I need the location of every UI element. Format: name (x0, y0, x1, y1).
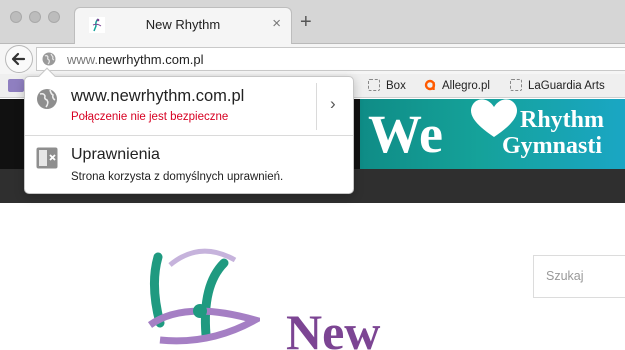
chevron-right-icon: › (330, 94, 336, 113)
tab-close-icon[interactable]: × (272, 15, 281, 32)
popup-domain: www.newrhythm.com.pl (71, 87, 245, 105)
banner-gymnastics-text: Gymnasti (502, 133, 603, 159)
search-input[interactable]: Szukaj (533, 255, 625, 298)
zoom-window-button[interactable] (48, 11, 60, 23)
bookmark-allegro[interactable]: Allegro.pl (424, 79, 490, 92)
connection-section[interactable]: www.newrhythm.com.pl Połączenie nie jest… (25, 77, 353, 135)
url-bar[interactable]: www.newrhythm.com.pl (36, 47, 625, 71)
search-placeholder: Szukaj (546, 269, 584, 283)
url-text[interactable]: www.newrhythm.com.pl (67, 52, 204, 67)
bookmark-icon (368, 79, 380, 91)
banner-rhythm-text: Rhythm (520, 107, 605, 133)
bookmark-label: LaGuardia Arts (528, 80, 605, 92)
banner-we-text: We (368, 104, 443, 164)
allegro-icon (424, 79, 436, 91)
close-window-button[interactable] (10, 11, 22, 23)
bookmarks-folder-icon[interactable] (8, 79, 24, 92)
new-tab-button[interactable]: + (300, 12, 312, 32)
connection-details-button[interactable]: › (317, 77, 353, 135)
insecure-connection-warning: Połączenie nie jest bezpieczne (71, 111, 229, 123)
back-arrow-icon (11, 52, 26, 66)
navigation-bar: www.newrhythm.com.pl (0, 44, 625, 74)
bookmark-icon (510, 79, 522, 91)
logo-text: New (286, 304, 381, 350)
bookmark-label: Allegro.pl (442, 80, 490, 92)
bookmark-laguardia[interactable]: LaGuardia Arts (510, 79, 605, 92)
tab-strip: New Rhythm × + (0, 0, 625, 45)
globe-icon (37, 89, 57, 109)
permissions-title: Uprawnienia (71, 146, 160, 163)
permissions-section: Uprawnienia Strona korzysta z domyślnych… (25, 136, 353, 194)
bookmark-label: Box (386, 80, 406, 92)
tab-new-rhythm[interactable]: New Rhythm × (74, 7, 292, 45)
url-domain: newrhythm.com.pl (98, 52, 204, 67)
tab-title: New Rhythm (145, 17, 221, 32)
url-prefix: www. (67, 52, 99, 67)
bookmark-box[interactable]: Box (368, 79, 406, 92)
browser-window: New Rhythm × + www.newrhythm.com.pl Box (0, 0, 625, 350)
site-identity-globe-icon[interactable] (42, 52, 56, 66)
permissions-description: Strona korzysta z domyślnych uprawnień. (71, 171, 284, 183)
site-banner: We Rhythm Gymnasti (360, 99, 625, 169)
site-logo (147, 248, 260, 345)
minimize-window-button[interactable] (29, 11, 41, 23)
permissions-icon (36, 147, 58, 169)
site-identity-popup: www.newrhythm.com.pl Połączenie nie jest… (24, 67, 354, 194)
back-button[interactable] (5, 45, 33, 73)
